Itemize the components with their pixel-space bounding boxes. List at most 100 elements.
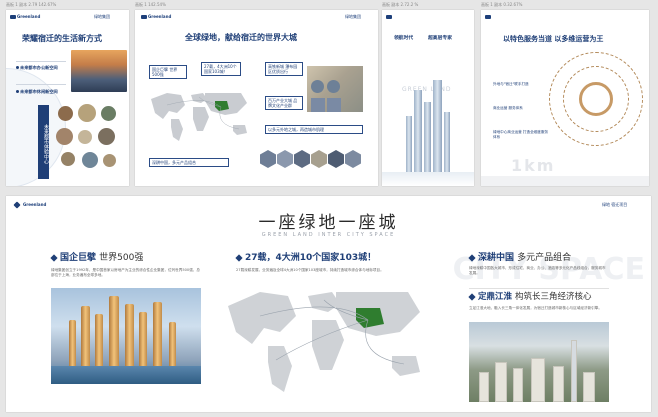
logo-text: Greenland <box>23 202 47 207</box>
page-title: 全球绿地，献给宿迁的世界大城 <box>185 33 297 42</box>
artboard-service[interactable]: 以特色服务当道 以多维运营为王 外地与"宿迁"联手打造 商业运营 服务体系 绿地… <box>481 10 649 186</box>
hex-photo <box>294 150 310 168</box>
page-title: 以特色服务当道 以多维运营为王 <box>503 35 604 43</box>
tower-graphic <box>69 320 76 366</box>
section-bold: 深耕中国 <box>478 253 515 263</box>
feature-label-leisure: 未来都市休闲新空间 <box>16 89 58 95</box>
riverside-towers-photo <box>51 288 201 384</box>
bullet-text: 绿地中心商业运营 打造全维度服务体系 <box>493 130 549 139</box>
page-title: 荣耀宿迁的生活新方式 <box>22 33 102 43</box>
logo-mark-icon <box>10 15 16 19</box>
building-graphic <box>495 362 507 402</box>
artboard-lifestyle[interactable]: Greenland 绿地集团 荣耀宿迁的生活新方式 未来都市办公新空间 未来都市… <box>6 10 129 186</box>
info-box: 百万产业大城 品牌文化产业群 <box>265 96 303 110</box>
lifestyle-photo <box>101 106 116 121</box>
info-box: 以多元外地之城，再造城市肌理 <box>265 125 363 134</box>
vertical-banner: 未来都市体验中心 <box>38 105 49 179</box>
tower-graphic <box>414 90 422 172</box>
artboard-caption-1: 画板 1 副本 2.79 142.67% <box>6 2 57 7</box>
service-core-ring <box>579 82 613 116</box>
tower-graphic <box>406 116 412 172</box>
logo-mark-icon <box>386 15 392 19</box>
thumb-photo <box>327 98 341 112</box>
section-text-1: 绿地集团创立于1992年，是中国首家以房地产为主业的综合性企业集团，位列世界50… <box>51 268 200 277</box>
hex-photo <box>345 150 361 168</box>
section-text-3: 绿地深耕中国各大城市，形成住宅、商业、办公、酒店等多元化产品线组合，服务城市发展… <box>469 266 606 275</box>
section-heading-2: 27载，4大洲10个国家103城！ <box>235 250 377 263</box>
watermark-text: GREEN LAND <box>402 86 452 93</box>
artboard-caption-2: 画板 1 142.54% <box>135 2 166 7</box>
section-marker-icon <box>468 292 476 301</box>
brand-logo-right: 绿地集团 <box>94 14 110 19</box>
river-water <box>51 366 201 384</box>
logo-text: Greenland <box>148 14 172 19</box>
greenland-logo: Greenland <box>141 14 171 19</box>
building-graphic <box>479 372 489 402</box>
tower-graphic <box>95 314 103 366</box>
tower-graphic <box>81 306 90 366</box>
decorative-arc <box>6 68 66 186</box>
thumb-photo <box>311 80 324 93</box>
info-box: 高铁新城 瀑布园区优质出行 <box>265 62 303 76</box>
logo-mark-icon <box>485 15 491 19</box>
world-map <box>228 292 420 392</box>
bullet-icon <box>16 66 19 69</box>
hex-photo <box>311 150 327 168</box>
section-bold: 27载，4大洲10个国家103城！ <box>245 253 377 263</box>
lifestyle-photo <box>103 154 116 167</box>
section-heading-3: 深耕中国 多元产品组合 <box>468 250 572 263</box>
section-light: 世界500强 <box>99 253 144 263</box>
hex-photo <box>277 150 293 168</box>
lifestyle-photo <box>78 130 92 144</box>
headline: 一座绿地一座城 <box>258 213 399 233</box>
tower-graphic <box>169 322 176 366</box>
section-light: 多元产品组合 <box>517 253 572 263</box>
section-heading-4: 定鼎江淮 构筑长三角经济核心 <box>468 290 592 302</box>
section-text-4: 立足江淮大地，融入长三角一体化发展，为宿迁打造城市新核心与区域经济新引擎。 <box>469 306 602 310</box>
bullet-icon <box>16 90 19 93</box>
tower-graphic <box>139 312 147 366</box>
artboard-global-city[interactable]: Greenland 绿地集团 全球绿地，献给宿迁的世界大城 国企巨擘 世界500… <box>135 10 378 186</box>
section-text-2: 27载深耕发展，业务遍及全球4大洲10个国家103座城市，持续打造城市综合体与地… <box>236 268 384 272</box>
lifestyle-photo <box>61 152 75 166</box>
world-map <box>151 93 247 141</box>
greenland-logo <box>386 14 393 19</box>
skyline-strip <box>481 176 649 186</box>
tower-graphic <box>444 112 450 172</box>
page-title-1: 领航时代 <box>394 36 414 41</box>
bullet-text: 商业运营 服务体系 <box>493 106 523 110</box>
logo-text: Greenland <box>17 14 41 19</box>
section-light: 构筑长三角经济核心 <box>514 292 592 302</box>
feature-text: 未来都市休闲新空间 <box>20 89 58 94</box>
lifestyle-photo <box>58 106 73 121</box>
artboard-caption-3: 画板 副本 2.72.2 % <box>382 2 419 7</box>
brand-logo-right: 绿地集团 <box>345 14 361 19</box>
tower-graphic <box>424 102 431 172</box>
artboard-main-spread[interactable]: Greenland 绿地 宿迁项目 CITY SPACE 一座绿地一座城 GRE… <box>6 196 651 412</box>
section-heading-1: 国企巨擘 世界500强 <box>50 250 144 263</box>
section-marker-icon <box>468 253 476 262</box>
page-title-2: 超高层专家 <box>428 36 452 41</box>
greenland-logo <box>485 14 492 19</box>
tower-graphic <box>571 340 577 402</box>
lifestyle-photo <box>82 152 98 168</box>
building-graphic <box>583 372 595 402</box>
artboard-skyscraper[interactable]: 领航时代 超高层专家 GREEN LAND <box>382 10 474 186</box>
aerial-district-photo <box>469 322 609 402</box>
hex-photo <box>260 150 276 168</box>
tower-graphic <box>433 80 442 172</box>
info-box: 27载，4大洲10个国家103城！ <box>201 62 241 76</box>
info-box: 国企巨擘 世界500强 <box>149 65 187 79</box>
info-box: 深耕中国，多元产品组合 <box>149 158 229 167</box>
section-bold: 国企巨擘 <box>60 253 97 263</box>
lifestyle-photo <box>56 128 73 145</box>
thumb-photo <box>311 98 325 112</box>
logo-mark-icon <box>141 15 147 19</box>
lifestyle-photo <box>78 104 96 122</box>
divider <box>16 61 66 62</box>
section-marker-icon <box>235 253 243 262</box>
section-divider <box>469 288 609 289</box>
hex-photo <box>328 150 344 168</box>
section-bold: 定鼎江淮 <box>478 292 513 302</box>
tower-graphic <box>109 296 119 366</box>
